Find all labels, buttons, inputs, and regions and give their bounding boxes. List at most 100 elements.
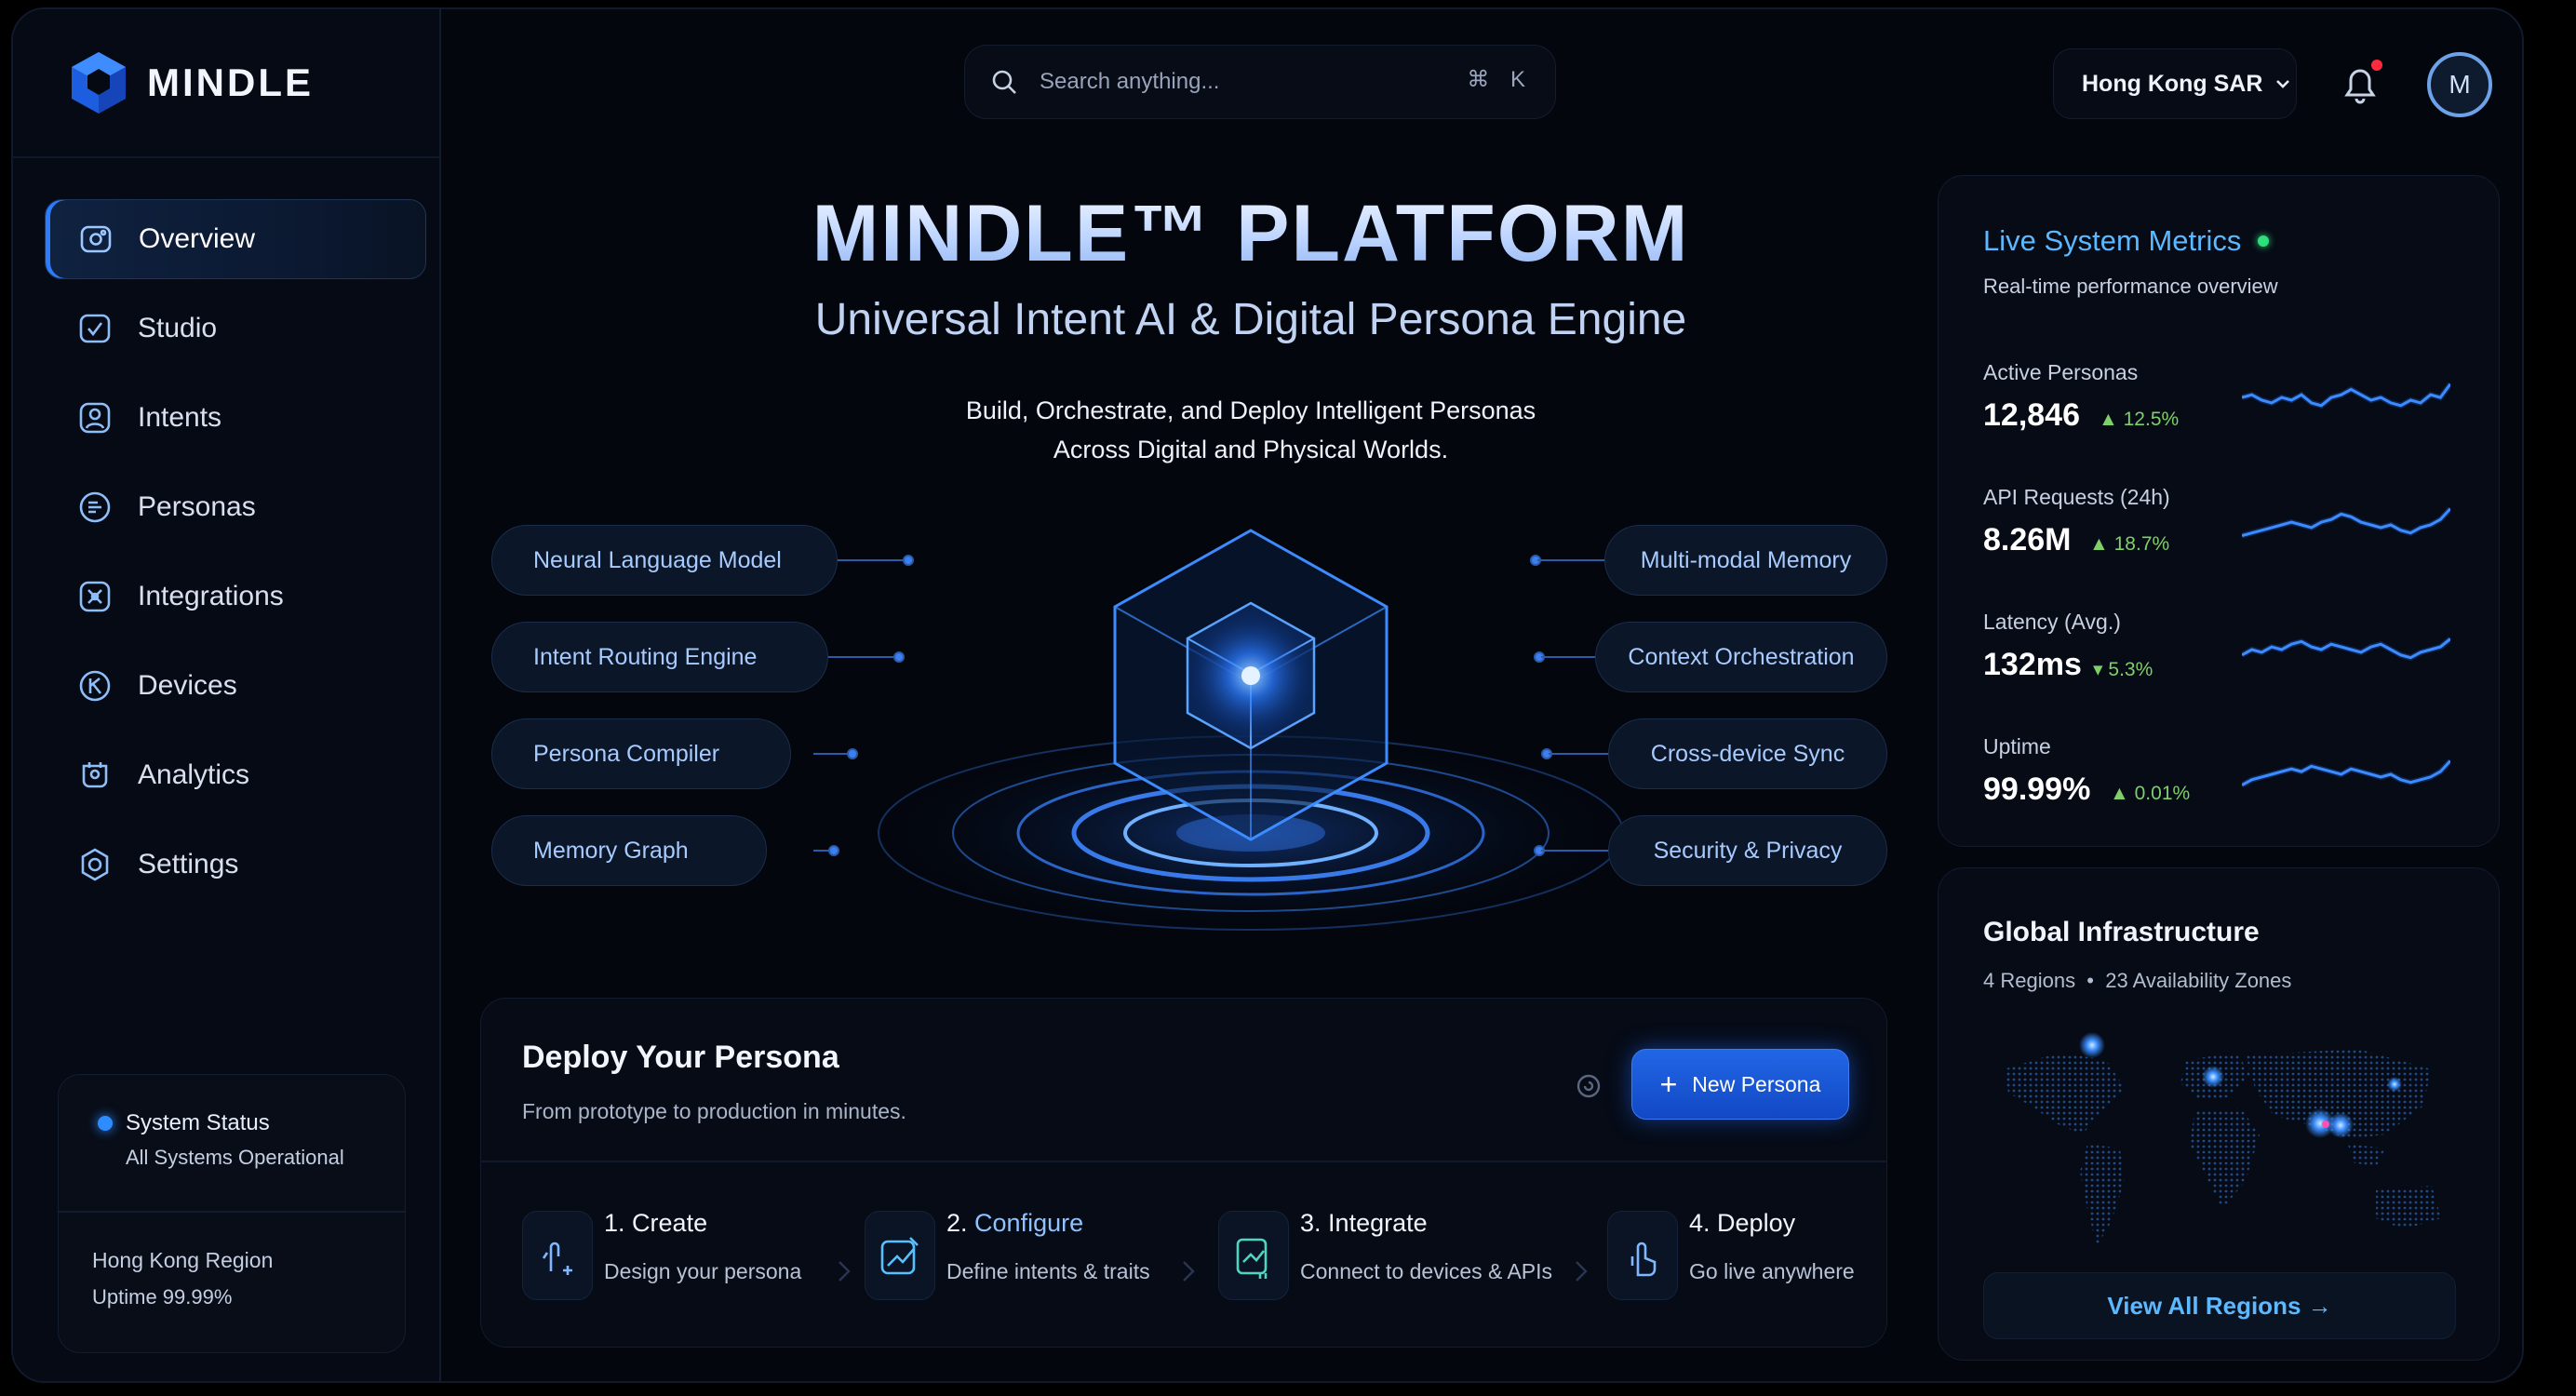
sparkline bbox=[2242, 382, 2450, 409]
new-persona-button[interactable]: + New Persona bbox=[1631, 1049, 1849, 1120]
chevron-right-icon bbox=[839, 1261, 851, 1282]
sidebar-item-label: Studio bbox=[138, 313, 218, 343]
region-marker bbox=[2079, 1032, 2105, 1058]
deploy-subtitle: From prototype to production in minutes. bbox=[522, 1099, 906, 1123]
personas-icon bbox=[79, 491, 111, 523]
overview-icon bbox=[80, 225, 112, 253]
sidebar: MINDLE Overview Studio Intents Personas … bbox=[13, 9, 441, 1381]
feature-pill-multi-modal-memory: Multi-modal Memory bbox=[1604, 525, 1887, 596]
step-configure[interactable]: 2. Configure Define intents & traits bbox=[865, 1198, 1181, 1309]
page-subtitle: Universal Intent AI & Digital Persona En… bbox=[814, 295, 1687, 344]
region-marker bbox=[2387, 1077, 2402, 1092]
step-create[interactable]: 1. Create Design your persona bbox=[522, 1198, 839, 1309]
metric-api-requests: API Requests (24h) 8.26M ▲ 18.7% bbox=[1983, 485, 2467, 587]
metrics-title: Live System Metrics bbox=[1983, 224, 2270, 258]
metric-delta: ▾ 5.3% bbox=[2093, 659, 2153, 680]
divider bbox=[481, 1161, 1886, 1162]
hero-description: Build, Orchestrate, and Deploy Intellige… bbox=[965, 396, 1536, 463]
region-selector-label: Hong Kong SAR bbox=[2082, 70, 2263, 97]
search-bar[interactable]: Search anything... ⌘ K bbox=[964, 45, 1556, 119]
step-integrate[interactable]: 3. Integrate Connect to devices & APIs bbox=[1218, 1198, 1590, 1309]
metric-value: 8.26M bbox=[1983, 522, 2072, 557]
sidebar-item-overview[interactable]: Overview bbox=[45, 199, 426, 279]
chevron-right-icon bbox=[1576, 1261, 1588, 1282]
feature-pill-persona-compiler: Persona Compiler bbox=[491, 718, 791, 789]
feature-pill-intent-routing-engine: Intent Routing Engine bbox=[491, 622, 828, 692]
sidebar-item-settings[interactable]: Settings bbox=[45, 825, 426, 905]
deploy-icon bbox=[1630, 1242, 1657, 1277]
metric-value: 99.99% bbox=[1983, 772, 2091, 807]
app-window: MINDLE Overview Studio Intents Personas … bbox=[11, 7, 2524, 1383]
analytics-icon bbox=[82, 762, 108, 788]
gear-icon bbox=[81, 848, 109, 881]
feature-pill-neural-language-model: Neural Language Model bbox=[491, 525, 838, 596]
infra-title: Global Infrastructure bbox=[1983, 917, 2260, 947]
sidebar-item-label: Personas bbox=[138, 491, 256, 522]
metric-value: 12,846 bbox=[1983, 397, 2080, 433]
studio-icon bbox=[79, 314, 111, 343]
sidebar-item-analytics[interactable]: Analytics bbox=[45, 735, 426, 815]
search-input[interactable]: Search anything... bbox=[1040, 69, 1219, 95]
sidebar-item-studio[interactable]: Studio bbox=[45, 289, 426, 369]
deploy-persona-card: Deploy Your Persona From prototype to pr… bbox=[480, 998, 1887, 1348]
sparkline bbox=[2242, 637, 2450, 661]
sidebar-item-label: Intents bbox=[138, 402, 222, 433]
sidebar-item-integrations[interactable]: Integrations bbox=[45, 557, 426, 637]
chevron-right-icon bbox=[1183, 1261, 1195, 1282]
system-status-card: System Status All Systems Operational Ho… bbox=[58, 1074, 406, 1353]
integrate-icon bbox=[1236, 1238, 1268, 1279]
world-map bbox=[2004, 1032, 2441, 1246]
logo-icon bbox=[72, 52, 126, 114]
metric-delta: ▲ 18.7% bbox=[2089, 533, 2170, 555]
left-connectors bbox=[813, 555, 914, 856]
status-region: Hong Kong Region bbox=[92, 1248, 274, 1272]
global-infrastructure-panel: Global Infrastructure 4 Regions • 23 Ava… bbox=[1938, 867, 2500, 1361]
devices-icon bbox=[79, 670, 111, 702]
configure-icon bbox=[880, 1237, 919, 1275]
metric-delta: ▲ 12.5% bbox=[2099, 409, 2180, 430]
region-selector[interactable]: Hong Kong SAR bbox=[2053, 48, 2297, 119]
logo[interactable]: MINDLE bbox=[13, 9, 441, 158]
sidebar-item-personas[interactable]: Personas bbox=[45, 467, 426, 547]
right-connectors bbox=[1530, 555, 1614, 856]
region-marker bbox=[2328, 1112, 2354, 1138]
search-icon bbox=[992, 70, 1016, 94]
sidebar-item-intents[interactable]: Intents bbox=[45, 378, 426, 458]
search-shortcut: ⌘ K bbox=[1467, 67, 1533, 92]
status-uptime: Uptime 99.99% bbox=[92, 1285, 233, 1309]
step-deploy[interactable]: 4. Deploy Go live anywhere bbox=[1607, 1198, 1877, 1309]
refresh-icon[interactable] bbox=[1574, 1071, 1603, 1101]
brand-name: MINDLE bbox=[147, 60, 314, 104]
integrations-icon bbox=[79, 581, 111, 612]
sidebar-item-label: Settings bbox=[138, 849, 239, 879]
sidebar-item-label: Overview bbox=[139, 223, 256, 254]
sparkline bbox=[2242, 758, 2450, 788]
sparkline-glow bbox=[2242, 506, 2450, 539]
plus-icon: + bbox=[1659, 1067, 1678, 1101]
view-all-regions-button[interactable]: View All Regions → bbox=[1983, 1272, 2456, 1339]
sidebar-item-devices[interactable]: Devices bbox=[45, 646, 426, 726]
feature-pill-cross-device-sync: Cross-device Sync bbox=[1608, 718, 1887, 789]
status-message: All Systems Operational bbox=[126, 1146, 344, 1169]
metric-delta: ▲ 0.01% bbox=[2110, 783, 2191, 804]
sparkline bbox=[2242, 506, 2450, 539]
page-title: MINDLE™ PLATFORM bbox=[739, 188, 1763, 280]
infra-subtitle: 4 Regions • 23 Availability Zones bbox=[1983, 969, 2292, 992]
notification-badge bbox=[2371, 60, 2382, 71]
region-marker bbox=[2202, 1066, 2224, 1088]
create-icon bbox=[542, 1242, 572, 1275]
live-indicator bbox=[2258, 235, 2270, 247]
sidebar-item-label: Devices bbox=[138, 670, 237, 701]
sidebar-item-label: Integrations bbox=[138, 581, 284, 611]
feature-pill-security-privacy: Security & Privacy bbox=[1608, 815, 1887, 886]
sidebar-item-label: Analytics bbox=[138, 759, 250, 790]
intents-icon bbox=[79, 402, 111, 434]
live-metrics-panel: Live System Metrics Real-time performanc… bbox=[1938, 175, 2500, 847]
sparkline-line bbox=[2242, 759, 2450, 786]
feature-pill-memory-graph: Memory Graph bbox=[491, 815, 767, 886]
status-indicator bbox=[98, 1116, 113, 1131]
metric-value: 132ms bbox=[1983, 647, 2082, 682]
avatar[interactable]: M bbox=[2427, 52, 2492, 117]
chevron-down-icon bbox=[2276, 80, 2290, 88]
feature-pill-context-orchestration: Context Orchestration bbox=[1595, 622, 1887, 692]
